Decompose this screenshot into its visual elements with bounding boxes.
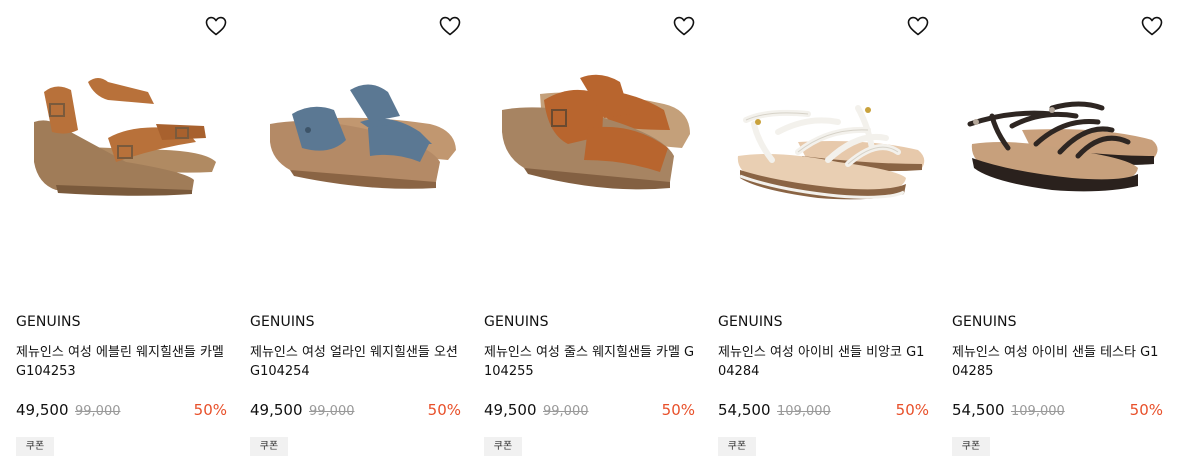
original-price: 109,000 (1011, 404, 1065, 419)
original-price: 99,000 (309, 404, 355, 419)
price-row: 49,500 99,000 50% (250, 401, 461, 423)
product-card[interactable]: GENUINS 제뉴인스 여성 에블린 웨지힐샌들 카멜 G104253 49,… (16, 0, 230, 465)
product-brand[interactable]: GENUINS (16, 314, 81, 330)
product-image[interactable] (484, 52, 698, 222)
product-name[interactable]: 제뉴인스 여성 줄스 웨지힐샌들 카멜 G104255 (484, 343, 698, 381)
product-name[interactable]: 제뉴인스 여성 얼라인 웨지힐샌들 오션 G104254 (250, 343, 464, 381)
original-price: 109,000 (777, 404, 831, 419)
product-brand[interactable]: GENUINS (250, 314, 315, 330)
product-image[interactable] (718, 52, 932, 222)
heart-outline-icon[interactable] (1140, 14, 1164, 38)
product-card[interactable]: GENUINS 제뉴인스 여성 얼라인 웨지힐샌들 오션 G104254 49,… (250, 0, 464, 465)
sale-price: 54,500 (718, 401, 771, 419)
product-grid: GENUINS 제뉴인스 여성 에블린 웨지힐샌들 카멜 G104253 49,… (0, 0, 1189, 465)
heart-outline-icon[interactable] (204, 14, 228, 38)
product-image[interactable] (16, 52, 230, 222)
heart-outline-icon[interactable] (672, 14, 696, 38)
discount-rate: 50% (1129, 401, 1163, 419)
sale-price: 54,500 (952, 401, 1005, 419)
product-brand[interactable]: GENUINS (952, 314, 1017, 330)
product-card[interactable]: GENUINS 제뉴인스 여성 줄스 웨지힐샌들 카멜 G104255 49,5… (484, 0, 698, 465)
discount-rate: 50% (895, 401, 929, 419)
product-brand[interactable]: GENUINS (484, 314, 549, 330)
sale-price: 49,500 (250, 401, 303, 419)
product-brand[interactable]: GENUINS (718, 314, 783, 330)
discount-rate: 50% (193, 401, 227, 419)
product-name[interactable]: 제뉴인스 여성 에블린 웨지힐샌들 카멜 G104253 (16, 343, 230, 381)
coupon-badge: 쿠폰 (16, 437, 54, 456)
price-row: 54,500 109,000 50% (952, 401, 1163, 423)
product-image[interactable] (952, 52, 1166, 222)
coupon-badge: 쿠폰 (952, 437, 990, 456)
price-row: 54,500 109,000 50% (718, 401, 929, 423)
heart-outline-icon[interactable] (438, 14, 462, 38)
original-price: 99,000 (543, 404, 589, 419)
product-name[interactable]: 제뉴인스 여성 아이비 샌들 비앙코 G104284 (718, 343, 932, 381)
heart-outline-icon[interactable] (906, 14, 930, 38)
price-row: 49,500 99,000 50% (484, 401, 695, 423)
discount-rate: 50% (661, 401, 695, 419)
coupon-badge: 쿠폰 (484, 437, 522, 456)
product-name[interactable]: 제뉴인스 여성 아이비 샌들 테스타 G104285 (952, 343, 1166, 381)
discount-rate: 50% (427, 401, 461, 419)
product-card[interactable]: GENUINS 제뉴인스 여성 아이비 샌들 테스타 G104285 54,50… (952, 0, 1166, 465)
product-card[interactable]: GENUINS 제뉴인스 여성 아이비 샌들 비앙코 G104284 54,50… (718, 0, 932, 465)
sale-price: 49,500 (484, 401, 537, 419)
product-image[interactable] (250, 52, 464, 222)
original-price: 99,000 (75, 404, 121, 419)
coupon-badge: 쿠폰 (250, 437, 288, 456)
price-row: 49,500 99,000 50% (16, 401, 227, 423)
sale-price: 49,500 (16, 401, 69, 419)
coupon-badge: 쿠폰 (718, 437, 756, 456)
